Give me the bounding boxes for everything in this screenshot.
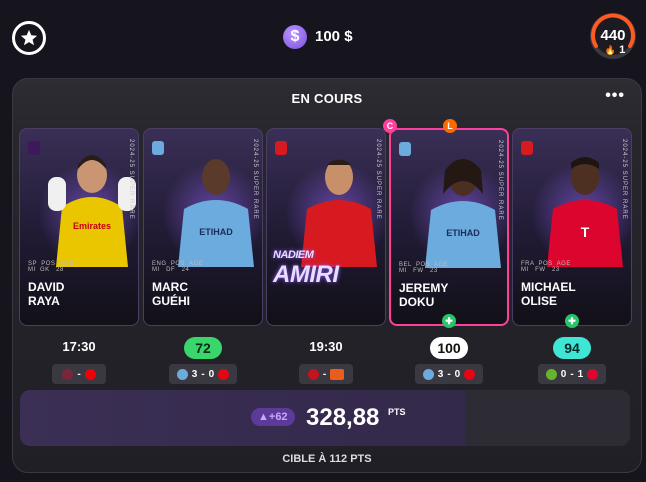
- score-delta: ▲+62: [251, 408, 295, 426]
- card-edition: 2024-25 SUPER RARE: [252, 139, 258, 220]
- home-crest-icon: [307, 368, 319, 380]
- player-name: DAVID RAYA: [28, 280, 65, 308]
- card-edition: 2024-25 SUPER RARE: [128, 139, 134, 220]
- away-crest-icon: [218, 368, 230, 380]
- streak-count: 🔥 1: [604, 44, 626, 56]
- player-name: JEREMY DOKU: [399, 281, 449, 309]
- total-score-bar: ▲+62 328,88 PTS: [20, 390, 630, 446]
- home-crest-icon: [62, 368, 74, 380]
- card-status: 94: [512, 337, 632, 359]
- card-stats: ENG POS AGE MI DF 24: [152, 261, 204, 273]
- score-value: 440: [600, 27, 626, 44]
- kickoff-time: 19:30: [309, 339, 343, 354]
- away-crest-icon: [330, 368, 345, 380]
- player-card-raya[interactable]: Emirates 2024-25 SUPER RARE SP POS AGE M…: [19, 128, 139, 326]
- bonus-badge-icon: L: [443, 119, 457, 133]
- coin-icon: $: [283, 25, 307, 49]
- points-badge[interactable]: 100: [430, 337, 468, 359]
- lineup-check-icon: ✚: [565, 314, 579, 328]
- card-status: 72: [143, 337, 263, 359]
- points-badge[interactable]: 94: [553, 337, 591, 359]
- star-logo-icon: [20, 29, 38, 46]
- card-status: 17:30: [19, 337, 139, 357]
- club-crest-icon: [399, 142, 411, 156]
- match-chip[interactable]: -: [299, 364, 353, 384]
- club-crest-icon: [152, 141, 164, 155]
- player-photo: T: [547, 157, 623, 267]
- match-chip[interactable]: 3-0: [169, 364, 237, 384]
- flame-icon: 🔥: [604, 45, 617, 55]
- target-points: CIBLE À 112 PTS: [282, 453, 372, 465]
- match-chip[interactable]: 0-1: [538, 364, 606, 384]
- captain-badge-icon: C: [383, 119, 397, 133]
- home-crest-icon: [422, 368, 434, 380]
- top-bar: $ 100 $ 440 🔥 1: [0, 0, 646, 76]
- bundesliga-icon: [521, 141, 533, 155]
- lineup-panel: EN COURS ••• Emirates 2024-25 SUPER RARE…: [12, 78, 642, 473]
- player-name: MICHAEL OLISE: [521, 280, 576, 308]
- player-card-guehi[interactable]: ETIHAD 2024-25 SUPER RARE ENG POS AGE MI…: [143, 128, 263, 326]
- svg-text:Emirates: Emirates: [73, 221, 111, 231]
- card-edition: 2024-25 SUPER RARE: [621, 139, 627, 220]
- svg-text:ETIHAD: ETIHAD: [446, 228, 480, 238]
- match-chip[interactable]: -: [52, 364, 106, 384]
- player-card-amiri[interactable]: 2024-25 SUPER RARE NADIEM AMIRI: [266, 128, 386, 326]
- card-status: 19:30: [266, 337, 386, 357]
- match-chip[interactable]: 3-0: [415, 364, 483, 384]
- card-edition: 2024-25 SUPER RARE: [375, 139, 381, 220]
- player-photo: Emirates: [48, 155, 136, 267]
- away-crest-icon: [84, 368, 96, 380]
- card-stats: FRA POS AGE MI FW 23: [521, 261, 571, 273]
- total-points: 328,88: [306, 404, 380, 431]
- player-card-olise[interactable]: T 2024-25 SUPER RARE FRA POS AGE MI FW 2…: [512, 128, 632, 326]
- card-stats: SP POS AGE MI GK 28: [28, 261, 74, 273]
- points-badge[interactable]: 72: [184, 337, 222, 359]
- player-name: MARC GUÉHI: [152, 280, 191, 308]
- kickoff-time: 17:30: [62, 339, 96, 354]
- balance-amount[interactable]: 100 $: [315, 28, 353, 45]
- player-photo: ETIHAD: [178, 159, 254, 267]
- svg-text:T: T: [581, 224, 590, 240]
- player-name-large: NADIEM AMIRI: [273, 249, 339, 288]
- home-logo-button[interactable]: [12, 21, 46, 55]
- svg-text:ETIHAD: ETIHAD: [199, 227, 233, 237]
- card-edition: 2024-25 SUPER RARE: [497, 140, 503, 221]
- player-card-doku[interactable]: ETIHAD 2024-25 SUPER RARE BEL POS AGE MI…: [389, 128, 509, 326]
- more-options-button[interactable]: •••: [605, 87, 625, 105]
- card-status: 100: [389, 337, 509, 359]
- home-crest-icon: [176, 368, 188, 380]
- total-points-unit: PTS: [388, 407, 406, 417]
- arrow-up-icon: ▲: [258, 411, 269, 423]
- away-crest-icon: [587, 368, 599, 380]
- lineup-check-icon: ✚: [442, 314, 456, 328]
- away-crest-icon: [464, 368, 476, 380]
- home-crest-icon: [545, 368, 557, 380]
- card-stats: BEL POS AGE MI FW 23: [399, 262, 449, 274]
- panel-title: EN COURS: [291, 91, 363, 106]
- player-photo: ETIHAD: [425, 159, 501, 268]
- premier-league-icon: [28, 141, 40, 155]
- bundesliga-icon: [275, 141, 287, 155]
